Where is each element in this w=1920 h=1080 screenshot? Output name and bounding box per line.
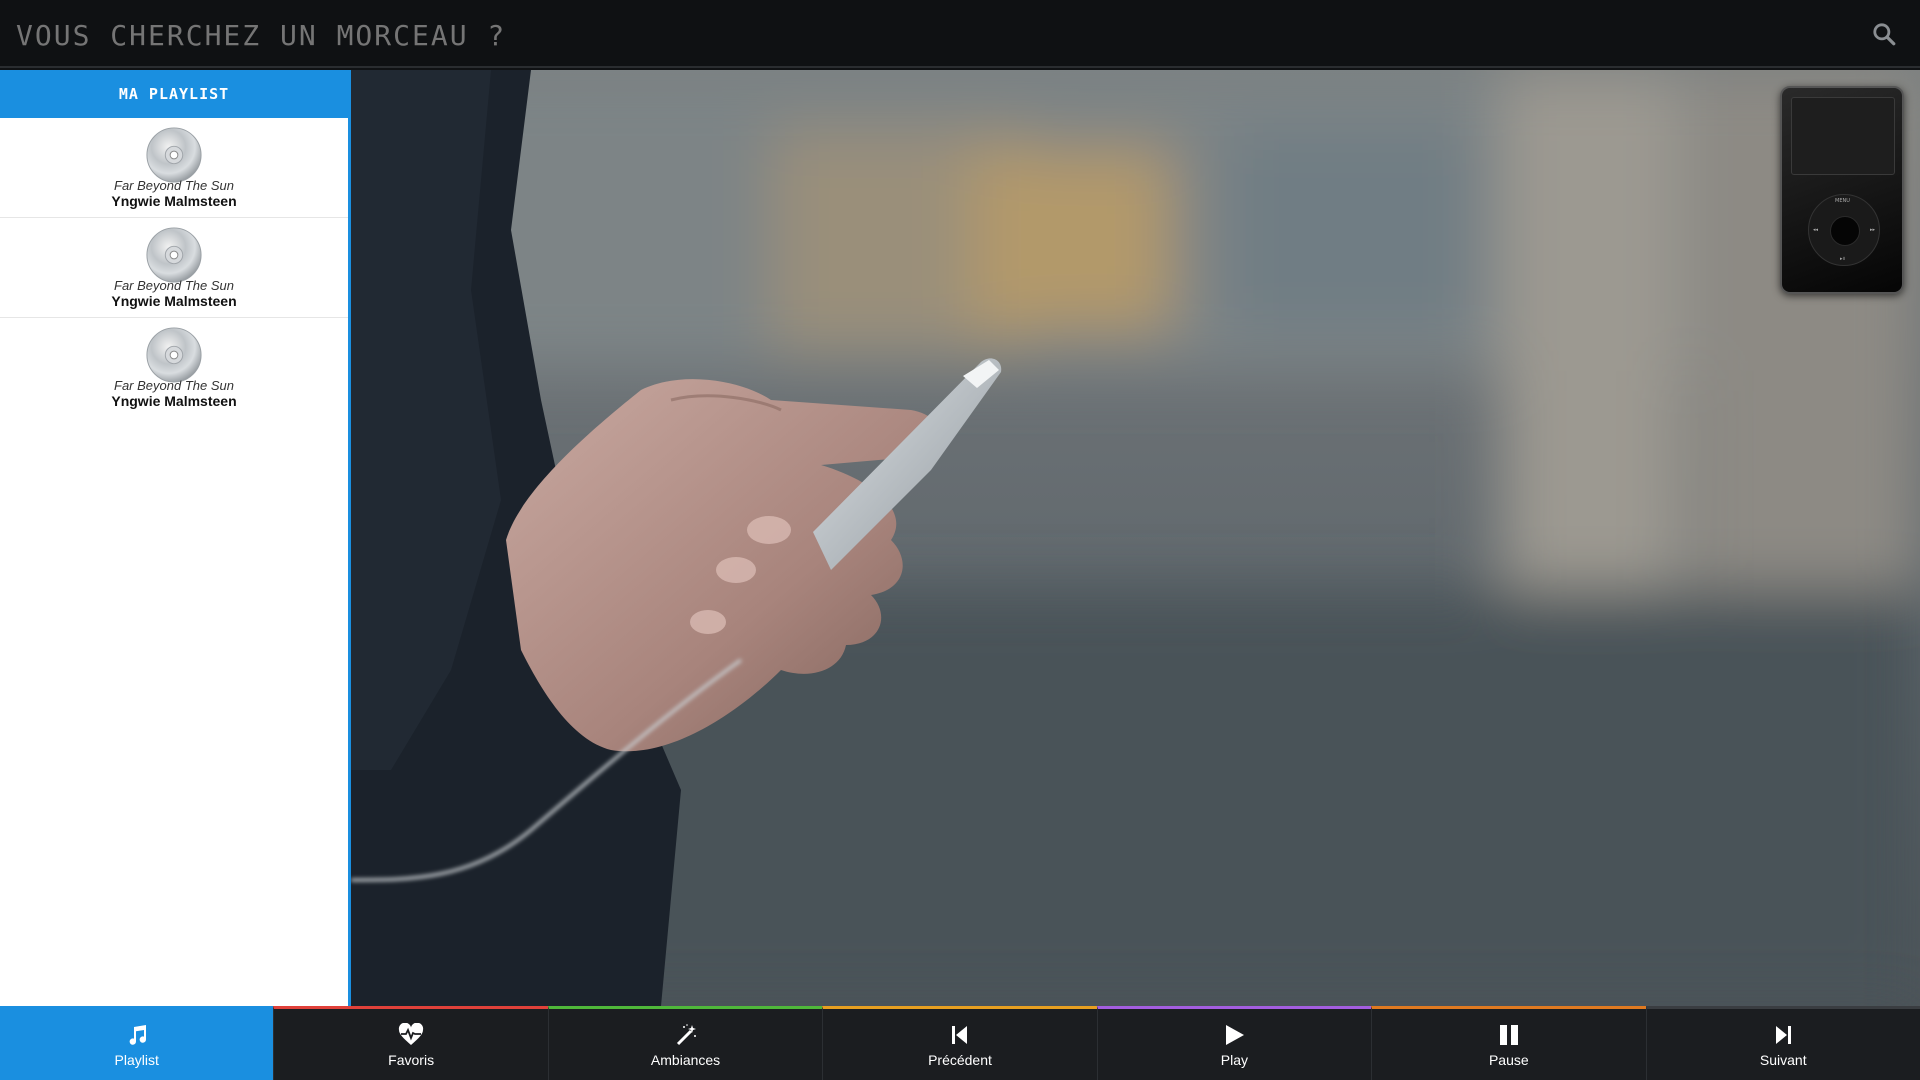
cd-icon bbox=[146, 127, 202, 183]
nav-pause-label: Pause bbox=[1488, 1051, 1529, 1068]
playlist-item[interactable]: Far Beyond The Sun Yngwie Malmsteen bbox=[0, 218, 348, 318]
nav-playlist-button[interactable]: Playlist bbox=[0, 1006, 274, 1080]
ipod-next-icon: ▸▸ bbox=[1869, 227, 1875, 233]
ipod-click-wheel[interactable]: MENU ◂◂ ▸▸ ▸॥ bbox=[1808, 194, 1880, 266]
ipod-screen bbox=[1791, 97, 1895, 175]
track-title: Far Beyond The Sun bbox=[114, 378, 234, 393]
pause-icon bbox=[1496, 1022, 1522, 1048]
nav-play-button[interactable]: Play bbox=[1096, 1006, 1372, 1080]
nav-playlist-label: Playlist bbox=[114, 1051, 159, 1068]
nav-favoris-button[interactable]: Favoris bbox=[273, 1006, 548, 1080]
search-button[interactable] bbox=[1866, 16, 1902, 52]
background-photo: MENU ◂◂ ▸▸ ▸॥ bbox=[351, 70, 1920, 1006]
nav-suivant-button[interactable]: Suivant bbox=[1645, 1006, 1920, 1080]
nav-ambiances-label: Ambiances bbox=[650, 1051, 721, 1068]
skip-forward-icon bbox=[1770, 1022, 1796, 1048]
play-icon bbox=[1221, 1022, 1247, 1048]
heart-pulse-icon bbox=[398, 1022, 424, 1048]
top-bar bbox=[0, 0, 1920, 68]
nav-suivant-label: Suivant bbox=[1759, 1051, 1807, 1068]
playlist-item[interactable]: Far Beyond The Sun Yngwie Malmsteen bbox=[0, 118, 348, 218]
nav-precedent-button[interactable]: Précédent bbox=[822, 1006, 1097, 1080]
cd-icon bbox=[146, 227, 202, 283]
nav-precedent-label: Précédent bbox=[928, 1051, 992, 1068]
nav-play-label: Play bbox=[1220, 1051, 1249, 1068]
search-icon bbox=[1873, 23, 1896, 46]
playlist-title: Ma playlist bbox=[0, 70, 348, 118]
playlist-item[interactable]: Far Beyond The Sun Yngwie Malmsteen bbox=[0, 318, 348, 418]
playlist-panel: Ma playlist Far Beyond The Sun Yngwie Ma… bbox=[0, 70, 351, 1006]
track-artist: Yngwie Malmsteen bbox=[111, 393, 237, 409]
ipod-prev-icon: ◂◂ bbox=[1813, 227, 1819, 233]
nav-ambiances-button[interactable]: Ambiances bbox=[547, 1006, 823, 1080]
bottom-navigation: Playlist Favoris Ambiances Précédent Pla… bbox=[0, 1006, 1920, 1080]
nav-pause-button[interactable]: Pause bbox=[1371, 1006, 1646, 1080]
ipod-center-button[interactable] bbox=[1830, 216, 1860, 246]
ipod-play-pause-icon: ▸॥ bbox=[1840, 256, 1846, 262]
cd-icon bbox=[146, 327, 202, 383]
track-artist: Yngwie Malmsteen bbox=[111, 293, 237, 309]
nav-favoris-label: Favoris bbox=[388, 1051, 435, 1068]
ipod-widget[interactable]: MENU ◂◂ ▸▸ ▸॥ bbox=[1780, 86, 1904, 294]
ipod-menu-label: MENU bbox=[1835, 198, 1850, 204]
track-title: Far Beyond The Sun bbox=[114, 178, 234, 193]
hand-with-player-image bbox=[351, 70, 1920, 1006]
skip-back-icon bbox=[947, 1022, 973, 1048]
track-title: Far Beyond The Sun bbox=[114, 278, 234, 293]
music-note-icon bbox=[124, 1022, 150, 1048]
search-input[interactable] bbox=[16, 17, 1796, 53]
magic-wand-icon bbox=[673, 1022, 699, 1048]
track-artist: Yngwie Malmsteen bbox=[111, 193, 237, 209]
